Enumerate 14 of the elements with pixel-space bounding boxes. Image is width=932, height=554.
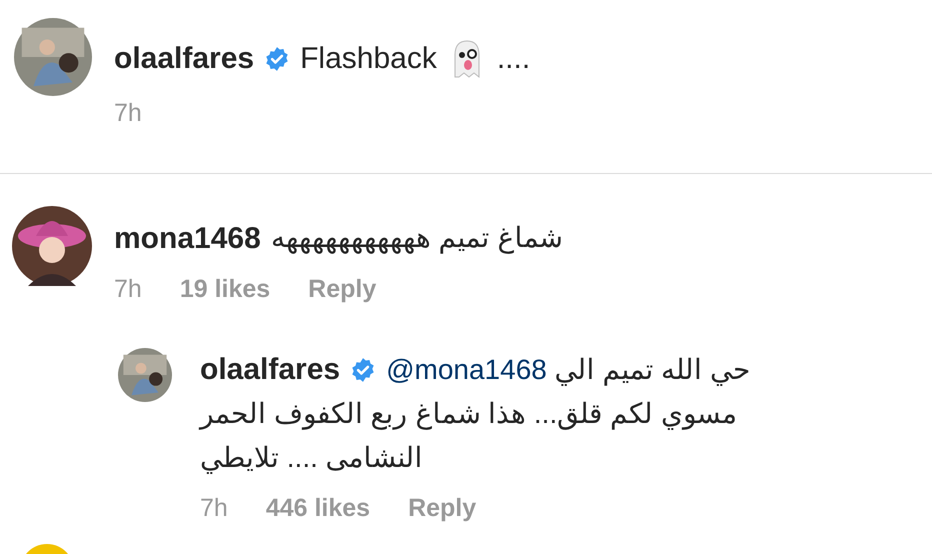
timestamp: 7h (200, 493, 228, 524)
username-link[interactable]: olaalfares (114, 36, 254, 81)
caption-text: Flashback (300, 41, 437, 77)
comment-text: مسوي لكم قلق... هذا شماغ ربع الكفوف الحمر النشامى .... تلايطي (200, 397, 738, 476)
timestamp: 7h (114, 98, 143, 129)
avatar-image[interactable] (12, 206, 92, 286)
mention-link[interactable]: @mona1468 (386, 354, 547, 385)
username-link[interactable]: mona1468 (114, 216, 261, 260)
caption-text: .... (496, 41, 530, 77)
username-link[interactable]: olaalfares (200, 348, 340, 392)
avatar-image[interactable] (118, 348, 172, 402)
comment-text: شماغ تميم هههههههههههه (270, 221, 562, 256)
timestamp: 7h (114, 274, 142, 304)
avatar-image[interactable] (14, 18, 92, 96)
